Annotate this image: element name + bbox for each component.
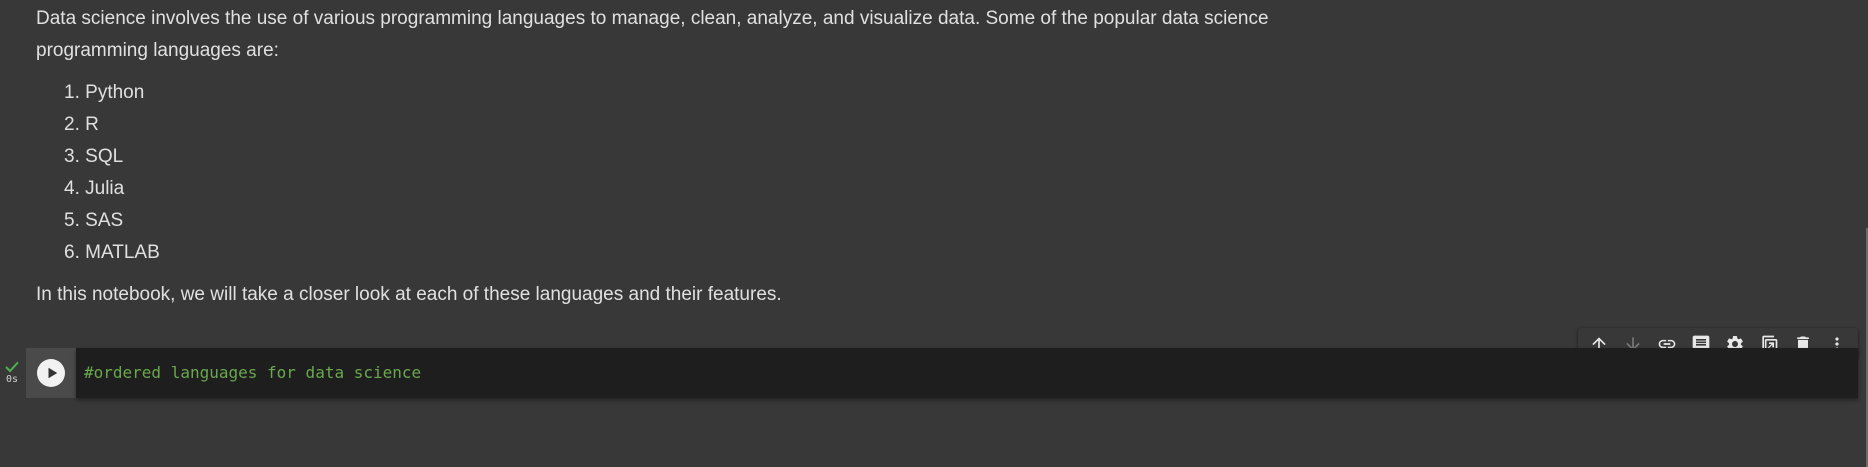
list-item-number: 5. (64, 210, 80, 231)
code-editor[interactable]: #ordered languages for data science (76, 348, 1858, 398)
list-item: 5. SAS (64, 205, 1276, 237)
list-item-label: Python (85, 82, 145, 103)
run-cell-button[interactable] (37, 359, 65, 387)
list-item: 1. Python (64, 77, 1276, 109)
outro-paragraph: In this notebook, we will take a closer … (36, 284, 782, 305)
code-comment: #ordered languages for data science (84, 363, 422, 382)
check-icon (5, 361, 19, 373)
notebook-page: Data science involves the use of various… (0, 0, 1868, 467)
code-cell: 0s #ordered languages for data science (0, 348, 1858, 398)
list-item-number: 3. (64, 146, 80, 167)
list-item: 6. MATLAB (64, 237, 1276, 269)
run-gutter (26, 348, 76, 398)
list-item-label: Julia (85, 178, 125, 199)
intro-paragraph: Data science involves the use of various… (36, 8, 1269, 61)
list-item-label: MATLAB (85, 242, 160, 263)
list-item-label: R (85, 114, 99, 135)
text-cell[interactable]: Data science involves the use of various… (36, 0, 1276, 311)
list-item-label: SQL (85, 146, 124, 167)
play-icon (48, 367, 58, 379)
execution-time: 0s (5, 374, 19, 385)
language-list: 1. Python 2. R 3. SQL 4. Julia 5. SAS 6.… (36, 77, 1276, 269)
execution-status: 0s (0, 360, 24, 386)
list-item-label: SAS (85, 210, 124, 231)
list-item: 3. SQL (64, 141, 1276, 173)
list-item-number: 6. (64, 242, 80, 263)
list-item: 2. R (64, 109, 1276, 141)
list-item-number: 1. (64, 82, 80, 103)
list-item: 4. Julia (64, 173, 1276, 205)
list-item-number: 2. (64, 114, 80, 135)
list-item-number: 4. (64, 178, 80, 199)
